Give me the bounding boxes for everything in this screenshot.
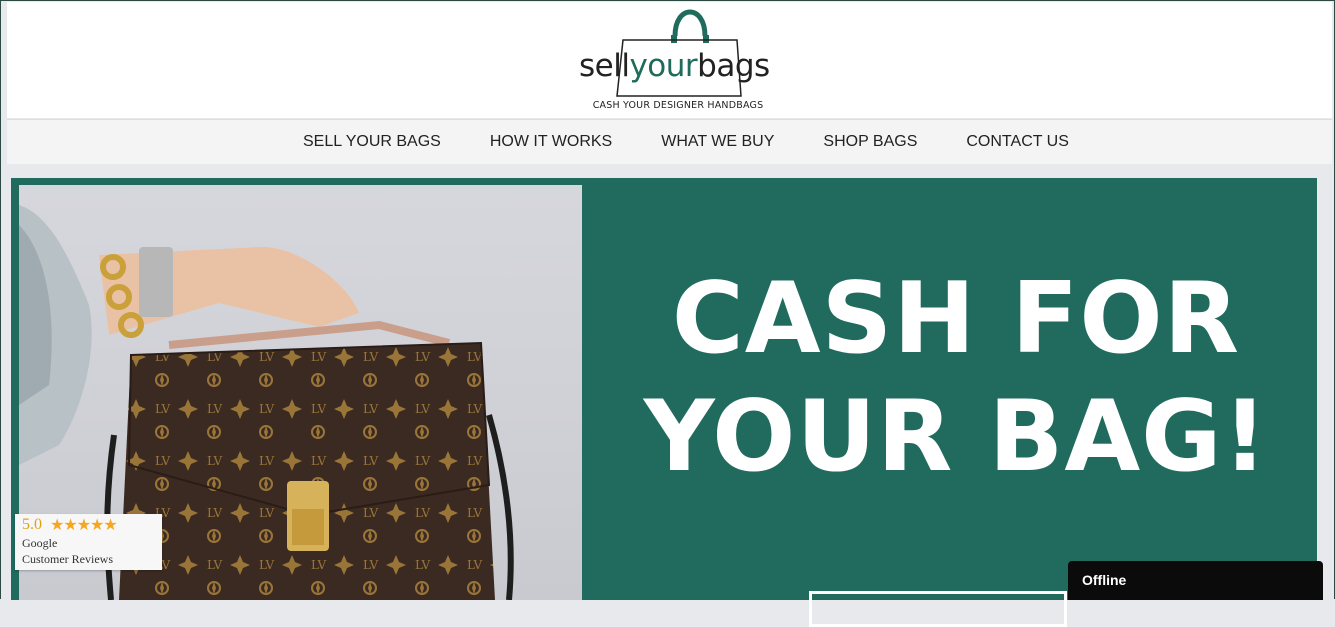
chat-status: Offline [1082, 572, 1127, 588]
review-label: Customer Reviews [22, 552, 113, 566]
nav-item-sell-your-bags[interactable]: SELL YOUR BAGS [303, 133, 441, 151]
hero-headline-line1: CASH FOR [671, 262, 1241, 376]
review-source: Google [22, 536, 58, 550]
hero-cta-button[interactable] [809, 591, 1067, 627]
nav-item-shop-bags[interactable]: SHOP BAGS [823, 133, 917, 151]
logo-word-sell: sell [579, 48, 630, 84]
google-reviews-badge[interactable]: 5.0 ★★★★★ Google Customer Reviews [15, 514, 162, 570]
nav-item-contact-us[interactable]: CONTACT US [966, 133, 1069, 151]
hero-headline: CASH FOR YOUR BAG! [606, 260, 1306, 496]
hero-headline-line2: YOUR BAG! [643, 380, 1269, 494]
logo-wordmark: sellyourbags [579, 48, 770, 84]
review-score: 5.0 [22, 516, 42, 533]
site-header: sellyourbags CASH YOUR DESIGNER HANDBAGS [7, 2, 1332, 118]
logo-tagline: CASH YOUR DESIGNER HANDBAGS [592, 100, 764, 111]
nav-item-how-it-works[interactable]: HOW IT WORKS [490, 133, 612, 151]
logo-word-your: your [629, 48, 698, 84]
review-stars-icon: ★★★★★ [50, 517, 118, 534]
chat-widget[interactable]: Offline [1068, 561, 1323, 600]
site-logo[interactable]: sellyourbags CASH YOUR DESIGNER HANDBAGS [573, 4, 785, 118]
logo-word-bags: bags [697, 48, 770, 84]
main-nav: SELL YOUR BAGS HOW IT WORKS WHAT WE BUY … [7, 119, 1332, 164]
nav-item-what-we-buy[interactable]: WHAT WE BUY [661, 133, 774, 151]
hero-banner: LV CASH [11, 178, 1317, 627]
